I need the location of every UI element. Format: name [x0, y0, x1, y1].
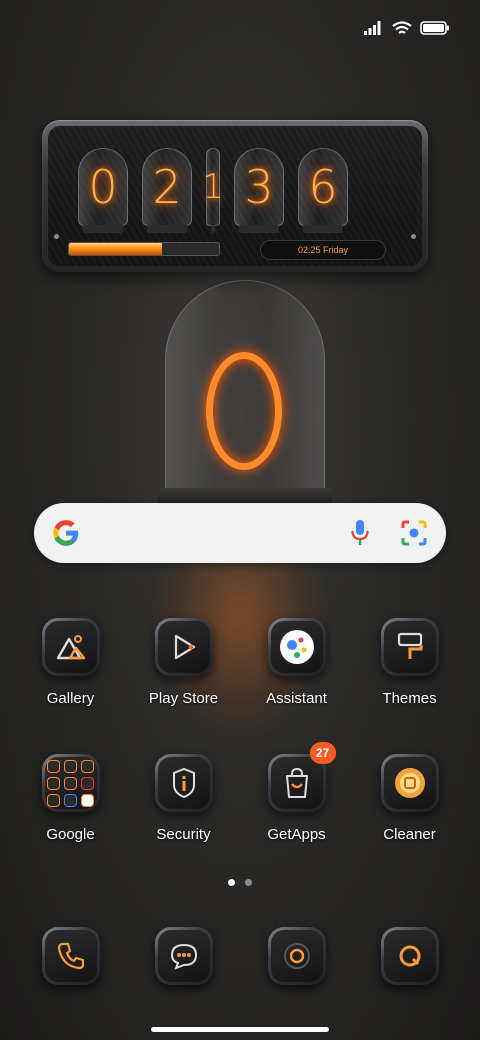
wallpaper-digit-zero	[206, 352, 282, 470]
clock-separator-tube: 1	[202, 148, 224, 233]
app-label: Play Store	[148, 690, 219, 707]
phone-icon	[57, 942, 84, 970]
wifi-icon	[392, 20, 412, 34]
dock-phone[interactable]	[16, 927, 126, 985]
app-cleaner[interactable]: Cleaner	[355, 754, 465, 890]
battery-progress-strip	[68, 242, 220, 256]
page-dot[interactable]	[245, 879, 252, 886]
browser-icon	[399, 945, 420, 967]
google-folder-icon	[47, 759, 94, 807]
lens-icon[interactable]	[400, 519, 428, 547]
screw-icon	[54, 234, 59, 239]
clock-separator: 1	[202, 167, 224, 207]
battery-icon	[420, 21, 449, 35]
dock-camera[interactable]	[242, 927, 352, 985]
clock-digit: 6	[298, 148, 348, 233]
messages-icon	[170, 943, 197, 970]
dock	[0, 927, 480, 985]
app-gallery[interactable]: Gallery	[16, 618, 126, 754]
app-assistant[interactable]: Assistant	[242, 618, 352, 754]
google-search-bar[interactable]	[34, 503, 446, 563]
page-indicator	[0, 879, 480, 886]
mic-icon[interactable]	[350, 519, 370, 547]
progress-fill	[69, 243, 162, 255]
status-bar	[364, 14, 450, 42]
app-label: Gallery	[46, 690, 95, 707]
camera-icon	[283, 943, 310, 969]
clock-digits: 0 2 1 3 6	[78, 148, 348, 233]
notification-badge: 27	[309, 742, 336, 764]
security-icon	[172, 767, 195, 799]
gallery-icon	[56, 635, 85, 660]
date-label: 02.25 Friday	[260, 240, 386, 260]
app-label: Google	[46, 826, 95, 843]
dock-messages[interactable]	[129, 927, 239, 985]
app-play-store[interactable]: Play Store	[129, 618, 239, 754]
play-store-icon	[174, 634, 195, 660]
app-themes[interactable]: Themes	[355, 618, 465, 754]
google-g-icon[interactable]	[52, 519, 80, 547]
cleaner-icon	[394, 768, 425, 798]
app-label: GetApps	[267, 826, 326, 843]
page-dot[interactable]	[228, 879, 235, 886]
clock-digit: 2	[142, 148, 192, 233]
app-getapps[interactable]: 27 GetApps	[242, 742, 352, 890]
app-label: Security	[156, 826, 211, 843]
home-indicator[interactable]	[151, 1027, 329, 1032]
nixie-clock-widget[interactable]: 0 2 1 3 6 02.25 Friday	[42, 120, 428, 272]
getapps-icon	[285, 767, 308, 798]
screw-icon	[411, 234, 416, 239]
app-security[interactable]: Security	[129, 754, 239, 890]
app-google-folder[interactable]: Google	[16, 754, 126, 890]
app-label: Themes	[382, 690, 437, 707]
themes-icon	[397, 632, 422, 659]
app-label: Cleaner	[383, 826, 436, 843]
assistant-icon	[279, 630, 314, 664]
dock-browser[interactable]	[355, 927, 465, 985]
app-grid: Gallery Play Store Assistant Themes Goog…	[0, 618, 480, 890]
clock-digit: 3	[234, 148, 284, 233]
app-label: Assistant	[266, 690, 327, 707]
signal-icon	[364, 21, 381, 35]
clock-digit: 0	[78, 148, 128, 233]
